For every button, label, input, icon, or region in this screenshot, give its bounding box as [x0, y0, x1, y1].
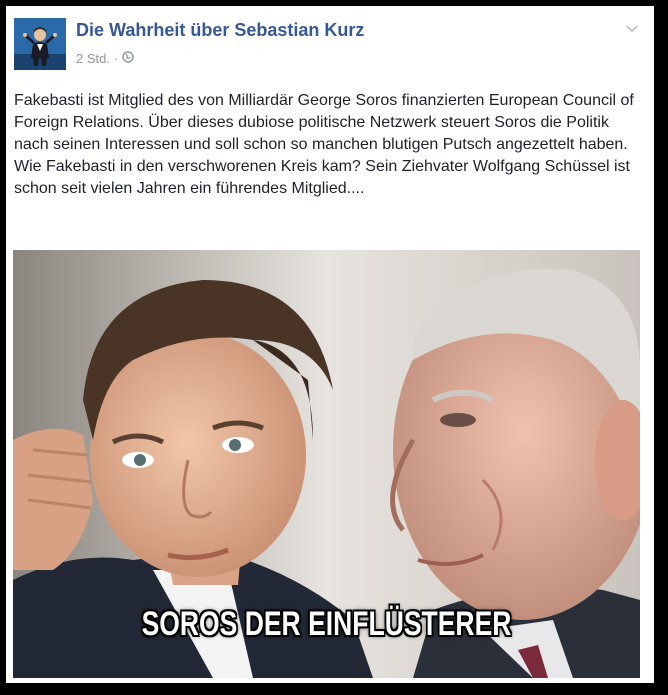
meta-separator: ·	[113, 51, 119, 66]
page-avatar[interactable]	[14, 18, 66, 70]
globe-icon	[122, 51, 135, 66]
timestamp[interactable]: 2 Std.	[76, 51, 110, 66]
post-meta: 2 Std. ·	[76, 51, 135, 66]
page-name-link[interactable]: Die Wahrheit über Sebastian Kurz	[76, 20, 364, 41]
post-image[interactable]: SOROS DER EINFLÜSTERER	[13, 250, 640, 678]
post-text: Fakebasti ist Mitglied des von Milliardä…	[14, 92, 634, 197]
image-caption: SOROS DER EINFLÜSTERER	[141, 605, 512, 643]
facebook-post: Die Wahrheit über Sebastian Kurz 2 Std. …	[6, 6, 654, 683]
chevron-down-icon[interactable]	[624, 20, 640, 36]
